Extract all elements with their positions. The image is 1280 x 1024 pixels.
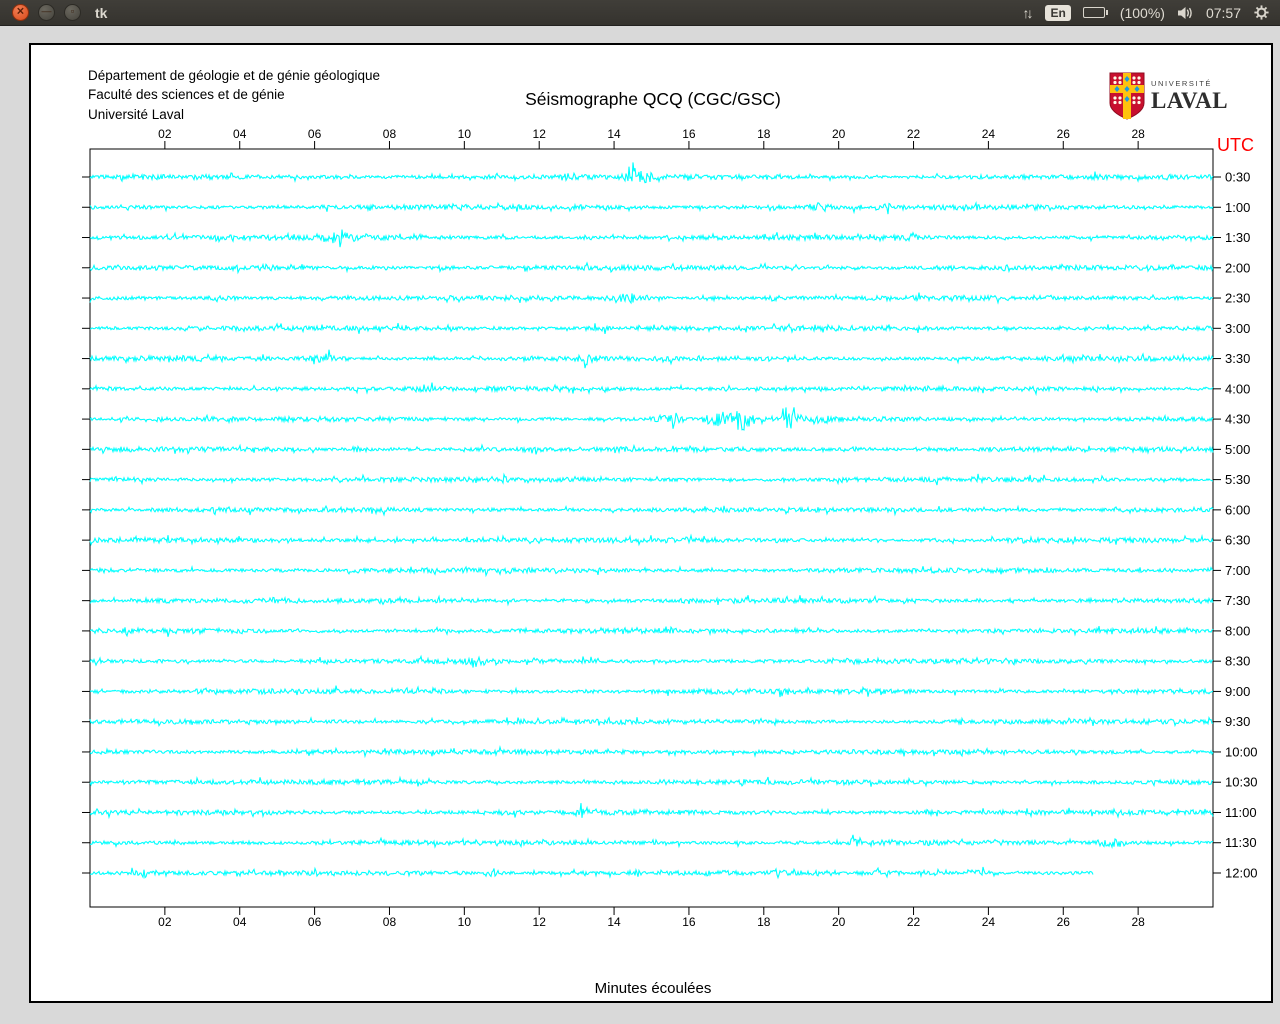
x-tick-label-top: 22 — [907, 127, 921, 141]
minimize-button[interactable]: — — [38, 4, 55, 21]
utc-time-label: 4:00 — [1225, 381, 1250, 396]
plot-box — [89, 148, 1214, 908]
battery-icon[interactable] — [1082, 7, 1108, 18]
battery-percent[interactable]: (100%) — [1120, 5, 1165, 21]
trace-row — [89, 533, 1214, 547]
utc-time-label: 1:30 — [1225, 230, 1250, 245]
trace-row — [89, 382, 1214, 397]
x-tick-label-bottom: 02 — [158, 915, 172, 929]
utc-time-label: 3:00 — [1225, 321, 1250, 336]
trace-row — [89, 322, 1214, 335]
x-tick-label-bottom: 10 — [458, 915, 472, 929]
utc-time-label: 3:30 — [1225, 351, 1250, 366]
x-tick-label-bottom: 20 — [832, 915, 846, 929]
x-tick-label-bottom: 16 — [682, 915, 696, 929]
maximize-icon: ▫ — [70, 6, 75, 17]
tk-window-body: Département de géologie et de génie géol… — [0, 26, 1280, 1024]
x-tick-label-bottom: 26 — [1057, 915, 1071, 929]
utc-time-label: 2:30 — [1225, 291, 1250, 306]
trace-row — [89, 745, 1214, 759]
trace-row — [89, 292, 1214, 305]
utc-time-label: 9:30 — [1225, 714, 1250, 729]
utc-time-label: 10:30 — [1225, 775, 1258, 790]
x-tick-label-bottom: 06 — [308, 915, 322, 929]
trace-row — [89, 162, 1214, 184]
utc-time-label: 10:00 — [1225, 744, 1258, 759]
utc-time-label: 12:00 — [1225, 866, 1258, 881]
trace-row — [89, 685, 1214, 698]
x-tick-label-bottom: 04 — [233, 915, 247, 929]
close-icon: ✕ — [16, 6, 25, 17]
x-tick-label-top: 20 — [832, 127, 846, 141]
gear-icon[interactable] — [1253, 4, 1270, 21]
trace-row — [89, 349, 1214, 369]
utc-time-label: 9:00 — [1225, 684, 1250, 699]
trace-row — [89, 834, 1214, 849]
utc-time-label: 8:00 — [1225, 623, 1250, 638]
trace-row — [89, 201, 1214, 215]
trace-row — [89, 803, 1214, 820]
trace-row — [90, 625, 1214, 638]
x-tick-label-top: 26 — [1057, 127, 1071, 141]
x-tick-label-top: 08 — [383, 127, 397, 141]
trace-row — [89, 594, 1214, 607]
trace-row — [89, 564, 1214, 578]
utc-time-label: 4:30 — [1225, 412, 1250, 427]
trace-row — [89, 443, 1214, 455]
x-tick-label-bottom: 24 — [982, 915, 996, 929]
x-tick-label-bottom: 08 — [383, 915, 397, 929]
x-tick-label-top: 24 — [982, 127, 996, 141]
trace-row — [89, 407, 1214, 431]
x-tick-label-top: 16 — [682, 127, 696, 141]
trace-row — [89, 866, 1094, 880]
minimize-icon: — — [41, 6, 52, 17]
x-tick-label-top: 14 — [607, 127, 621, 141]
trace-row — [89, 229, 1214, 248]
seismograph-canvas: Département de géologie et de génie géol… — [29, 43, 1273, 1003]
utc-time-label: 11:00 — [1225, 805, 1257, 820]
network-arrows-icon[interactable]: ↑↓ — [1022, 5, 1033, 21]
trace-row — [89, 504, 1214, 517]
keyboard-layout-indicator[interactable]: En — [1045, 4, 1071, 21]
trace-row — [89, 716, 1214, 728]
helicorder-plot: 02 02 04 04 06 06 08 08 10 10 12 12 14 14 16 16 18 18 20 20… — [82, 127, 1258, 929]
x-tick-label-bottom: 18 — [757, 915, 771, 929]
x-tick-label-bottom: 12 — [533, 915, 547, 929]
x-tick-label-top: 02 — [158, 127, 172, 141]
trace-row — [89, 654, 1214, 668]
x-tick-label-bottom: 22 — [907, 915, 921, 929]
x-axis-title: Minutes écoulées — [594, 980, 712, 997]
clock[interactable]: 07:57 — [1206, 5, 1241, 21]
utc-time-label: 6:00 — [1225, 502, 1250, 517]
utc-time-label: 2:00 — [1225, 260, 1250, 275]
x-tick-label-bottom: 28 — [1131, 915, 1145, 929]
utc-time-label: 0:30 — [1225, 170, 1250, 185]
x-tick-label-top: 12 — [533, 127, 547, 141]
x-tick-label-top: 06 — [308, 127, 322, 141]
system-tray: ↑↓ En (100%) 07:57 — [1022, 4, 1270, 21]
utc-time-label: 5:00 — [1225, 442, 1250, 457]
utc-time-label: 11:30 — [1225, 835, 1257, 850]
x-tick-label-top: 04 — [233, 127, 247, 141]
x-tick-label-bottom: 14 — [607, 915, 621, 929]
utc-time-label: 8:30 — [1225, 654, 1250, 669]
close-button[interactable]: ✕ — [12, 4, 29, 21]
maximize-button[interactable]: ▫ — [64, 4, 81, 21]
top-panel: ✕ — ▫ tk ↑↓ En (100%) 07:57 — [0, 0, 1280, 26]
volume-icon[interactable] — [1177, 6, 1194, 20]
utc-time-label: 6:30 — [1225, 533, 1250, 548]
x-tick-label-top: 18 — [757, 127, 771, 141]
window-controls: ✕ — ▫ — [12, 4, 81, 21]
window-title: tk — [95, 4, 108, 21]
utc-time-label: 7:30 — [1225, 593, 1250, 608]
utc-time-label: 5:30 — [1225, 472, 1250, 487]
x-tick-label-top: 28 — [1131, 127, 1145, 141]
x-tick-label-top: 10 — [458, 127, 472, 141]
trace-row — [89, 261, 1214, 275]
utc-time-label: 1:00 — [1225, 200, 1250, 215]
utc-time-label: 7:00 — [1225, 563, 1250, 578]
trace-row — [89, 775, 1214, 788]
trace-row — [89, 472, 1214, 486]
